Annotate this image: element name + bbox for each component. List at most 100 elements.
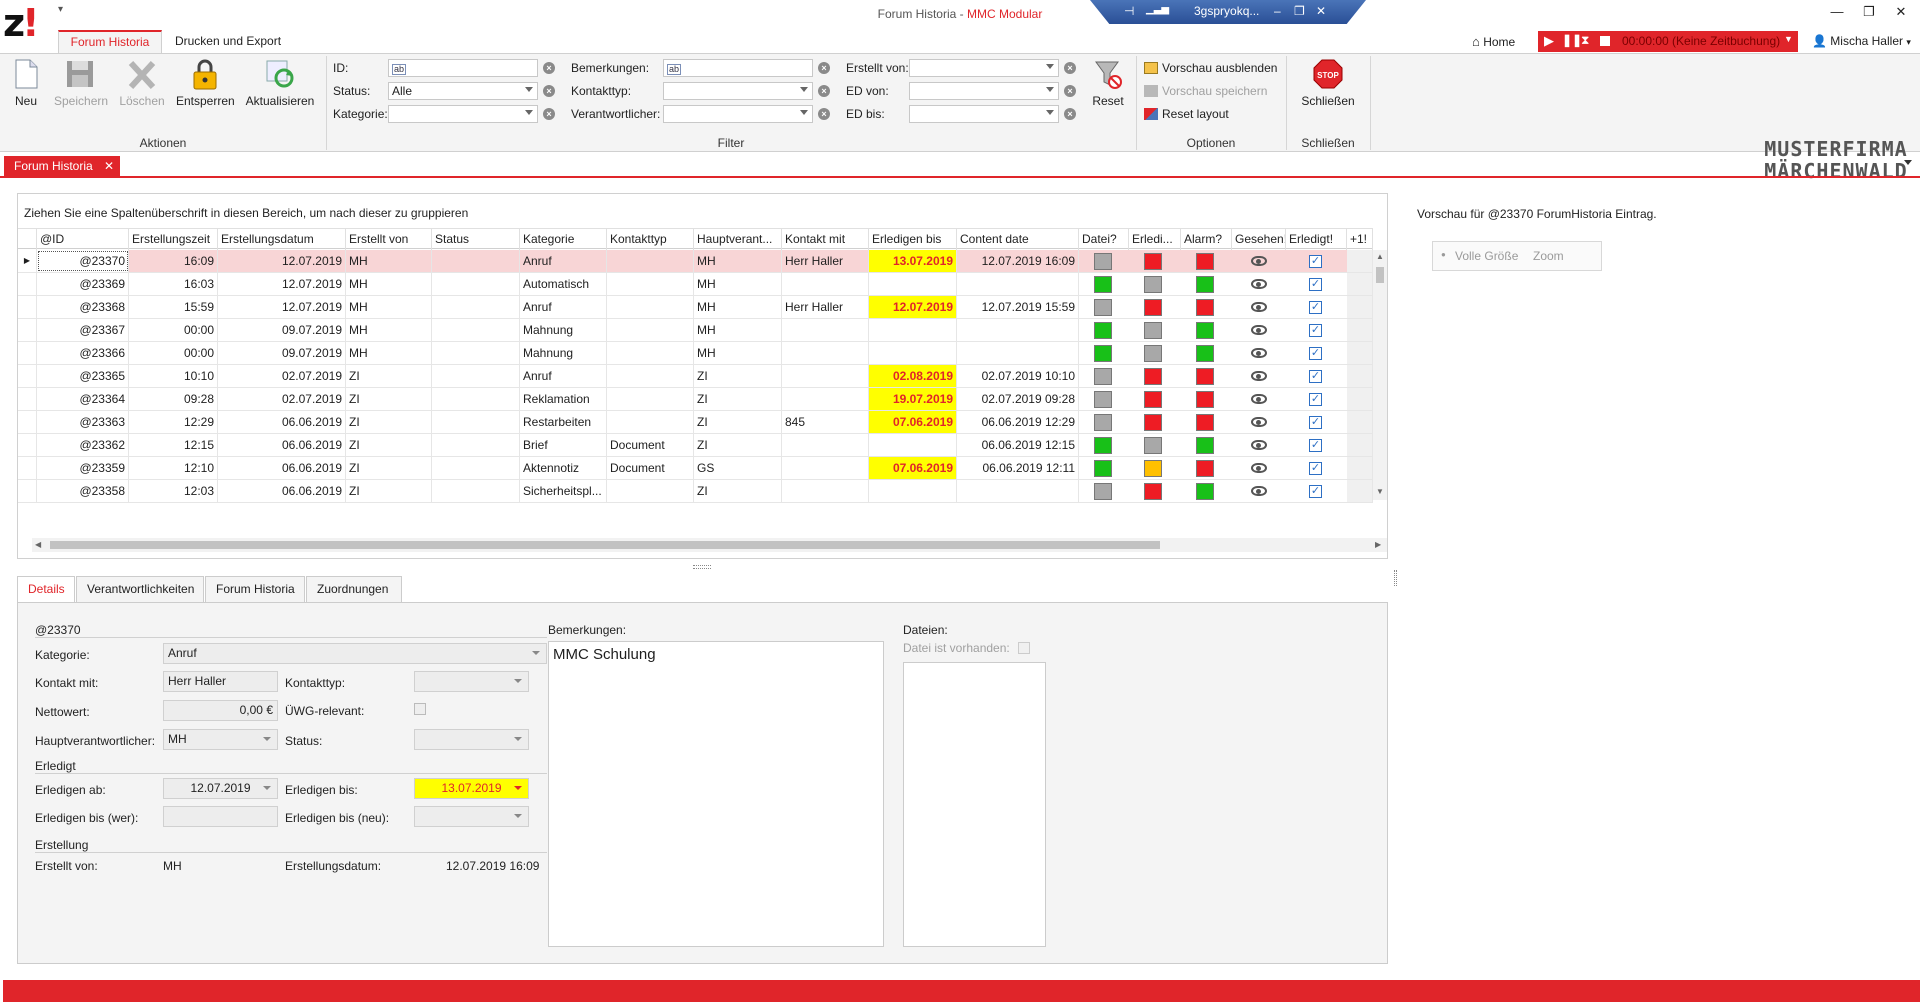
cell-kontakt[interactable] — [782, 273, 869, 295]
scroll-right-icon[interactable]: ▶ — [1375, 540, 1381, 549]
cell-kontakt[interactable] — [782, 342, 869, 364]
eye-icon[interactable] — [1251, 394, 1267, 404]
filter-erstellt-von-select[interactable] — [909, 59, 1059, 77]
cell-kat[interactable]: Restarbeiten — [520, 411, 607, 433]
preview-splitter-handle[interactable] — [1394, 570, 1397, 586]
plus-one-cell[interactable] — [1347, 296, 1373, 318]
close-module-button[interactable]: STOP Schließen — [1298, 58, 1358, 108]
cell-kontakt[interactable]: Herr Haller — [782, 296, 869, 318]
cell-kat[interactable]: Automatisch — [520, 273, 607, 295]
home-link[interactable]: ⌂ Home — [1472, 34, 1515, 49]
row-indicator[interactable] — [18, 273, 37, 295]
cell-id[interactable]: @23358 — [37, 480, 129, 502]
cell-status[interactable] — [432, 388, 520, 410]
vertical-scrollbar[interactable]: ▲ ▼ — [1373, 250, 1387, 500]
cell-status[interactable] — [432, 296, 520, 318]
cell-content[interactable] — [957, 480, 1079, 502]
cell-kontakt[interactable] — [782, 365, 869, 387]
cell-bis[interactable] — [869, 434, 957, 456]
cell-typ[interactable]: Document — [607, 457, 694, 479]
filter-erstellt-von-clear-icon[interactable]: × — [1064, 62, 1076, 74]
cell-kontakt[interactable] — [782, 457, 869, 479]
cell-von[interactable]: ZI — [346, 480, 432, 502]
plus-one-cell[interactable] — [1347, 434, 1373, 456]
cell-kontakt[interactable] — [782, 480, 869, 502]
scroll-thumb[interactable] — [1376, 267, 1384, 283]
cell-bis[interactable]: 07.06.2019 — [869, 411, 957, 433]
column-header[interactable]: Datei? — [1079, 229, 1129, 250]
cell-status[interactable] — [432, 411, 520, 433]
filter-id-input[interactable]: ab — [388, 59, 538, 77]
erledigt-checkbox[interactable]: ✓ — [1309, 370, 1322, 383]
plus-one-cell[interactable] — [1347, 319, 1373, 341]
kontakt-input[interactable]: Herr Haller — [163, 671, 278, 692]
filter-kontakttyp-clear-icon[interactable]: × — [818, 85, 830, 97]
cell-datum[interactable]: 06.06.2019 — [218, 411, 346, 433]
column-header[interactable]: Gesehen! — [1232, 229, 1286, 250]
full-size-button[interactable]: Volle Größe — [1455, 249, 1518, 263]
timer-dropdown-icon[interactable]: ▼ — [1784, 34, 1793, 44]
filter-bemerkungen-input[interactable]: ab — [663, 59, 813, 77]
cell-kat[interactable]: Mahnung — [520, 319, 607, 341]
filter-ed-bis-date[interactable] — [909, 105, 1059, 123]
table-row[interactable]: @23358 12:03 06.06.2019 ZI Sicherheitspl... Z… — [18, 480, 1373, 503]
eye-icon[interactable] — [1251, 417, 1267, 427]
hide-preview-button[interactable]: Vorschau ausblenden — [1144, 61, 1277, 75]
tab-details[interactable]: Details — [17, 576, 75, 603]
eye-icon[interactable] — [1251, 371, 1267, 381]
eye-icon[interactable] — [1251, 279, 1267, 289]
cell-content[interactable] — [957, 319, 1079, 341]
cell-datum[interactable]: 02.07.2019 — [218, 388, 346, 410]
cell-datum[interactable]: 02.07.2019 — [218, 365, 346, 387]
row-indicator[interactable] — [18, 388, 37, 410]
status-select[interactable] — [414, 729, 529, 750]
cell-datum[interactable]: 12.07.2019 — [218, 273, 346, 295]
cell-bis[interactable] — [869, 319, 957, 341]
column-header[interactable]: Erledigt! — [1286, 229, 1347, 250]
cell-kat[interactable]: Anruf — [520, 250, 607, 272]
time-tracking-bar[interactable]: ▶ ❚❚ ⧗ 00:00:00 (Keine Zeitbuchung) ▼ — [1538, 31, 1798, 52]
row-indicator[interactable] — [18, 319, 37, 341]
restore-button[interactable]: ❐ — [1854, 4, 1884, 22]
column-header[interactable]: Erstellungsdatum — [218, 229, 346, 250]
cell-kat[interactable]: Brief — [520, 434, 607, 456]
cell-haupt[interactable]: MH — [694, 342, 782, 364]
cell-zeit[interactable]: 15:59 — [129, 296, 218, 318]
delete-button[interactable]: Löschen — [116, 58, 168, 108]
table-row[interactable]: @23364 09:28 02.07.2019 ZI Reklamation ZI 19.0… — [18, 388, 1373, 411]
filter-ed-von-clear-icon[interactable]: × — [1064, 85, 1076, 97]
table-row[interactable]: @23367 00:00 09.07.2019 MH Mahnung MH ✓ — [18, 319, 1373, 342]
quick-access-dropdown-icon[interactable]: ▾ — [58, 4, 63, 15]
cell-von[interactable]: MH — [346, 342, 432, 364]
cell-zeit[interactable]: 12:29 — [129, 411, 218, 433]
erledigen-ab-date[interactable]: 12.07.2019 — [163, 778, 278, 799]
cell-kontakt[interactable] — [782, 388, 869, 410]
cell-bis[interactable] — [869, 342, 957, 364]
cell-typ[interactable] — [607, 342, 694, 364]
table-row[interactable]: @23366 00:00 09.07.2019 MH Mahnung MH ✓ — [18, 342, 1373, 365]
filter-ed-von-date[interactable] — [909, 82, 1059, 100]
column-header[interactable]: @ID — [37, 229, 129, 250]
column-header[interactable]: Erstellungszeit — [129, 229, 218, 250]
cell-typ[interactable] — [607, 388, 694, 410]
eye-icon[interactable] — [1251, 440, 1267, 450]
filter-kontakttyp-select[interactable] — [663, 82, 813, 100]
new-button[interactable]: Neu — [10, 58, 42, 108]
unlock-button[interactable]: Entsperren — [176, 58, 235, 108]
cell-id[interactable]: @23365 — [37, 365, 129, 387]
eye-icon[interactable] — [1251, 348, 1267, 358]
erledigt-checkbox[interactable]: ✓ — [1309, 347, 1322, 360]
row-indicator[interactable] — [18, 365, 37, 387]
cell-bis[interactable] — [869, 273, 957, 295]
cell-kat[interactable]: Sicherheitspl... — [520, 480, 607, 502]
rdp-minimize-icon[interactable]: – — [1274, 4, 1281, 18]
table-row[interactable]: @23368 15:59 12.07.2019 MH Anruf MH Herr Halle… — [18, 296, 1373, 319]
stop-icon[interactable] — [1600, 36, 1610, 46]
column-header[interactable]: Kategorie — [520, 229, 607, 250]
cell-haupt[interactable]: MH — [694, 319, 782, 341]
uewg-checkbox[interactable] — [414, 703, 426, 715]
cell-id[interactable]: @23363 — [37, 411, 129, 433]
cell-typ[interactable] — [607, 365, 694, 387]
cell-typ[interactable] — [607, 480, 694, 502]
table-row[interactable]: @23359 12:10 06.06.2019 ZI Aktennotiz Documen… — [18, 457, 1373, 480]
